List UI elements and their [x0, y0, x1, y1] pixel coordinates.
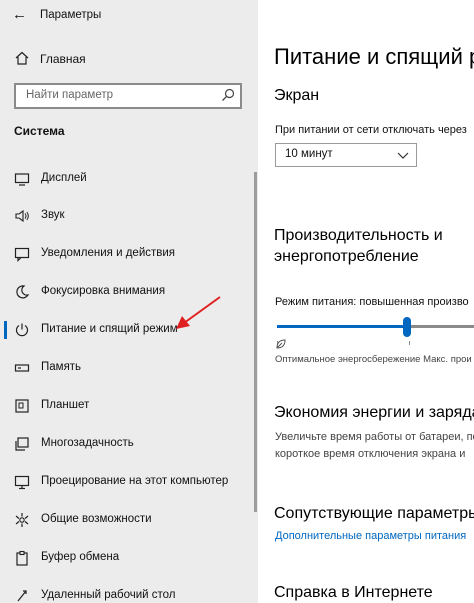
sidebar-item-multitasking[interactable]: Многозадачность	[0, 427, 258, 461]
sidebar-item-label: Дисплей	[41, 172, 87, 184]
sidebar: ← Параметры Главная Найти параметр Систе…	[0, 0, 258, 603]
sidebar-item-clipboard[interactable]: Буфер обмена	[0, 541, 258, 575]
section-title: Система	[14, 124, 65, 138]
sidebar-item-power-sleep[interactable]: Питание и спящий режим	[0, 313, 258, 347]
sidebar-item-label: Удаленный рабочий стол	[41, 589, 176, 601]
screen-off-dropdown[interactable]: 10 минут	[275, 143, 417, 167]
window-title: Параметры	[40, 9, 102, 21]
related-heading: Сопутствующие параметры	[274, 505, 474, 522]
moon-icon	[16, 285, 30, 299]
home-label: Главная	[40, 52, 86, 66]
power-mode-slider-thumb[interactable]	[403, 317, 411, 337]
sidebar-item-shared-experiences[interactable]: Общие возможности	[0, 503, 258, 537]
sidebar-item-label: Проецирование на этот компьютер	[41, 475, 229, 487]
sidebar-item-tablet[interactable]: Планшет	[0, 389, 258, 423]
energy-text-line2: короткое время отключения экрана и	[275, 448, 466, 460]
project-icon	[14, 475, 30, 490]
sidebar-item-label: Питание и спящий режим	[41, 323, 178, 335]
multitask-icon	[15, 437, 29, 451]
sidebar-item-label: Фокусировка внимания	[41, 285, 166, 297]
energy-heading: Экономия энергии и заряда	[274, 404, 474, 421]
power-icon	[15, 323, 29, 337]
slider-labels: Оптимальное энергосбережение Макс. прои	[275, 354, 472, 365]
tablet-icon	[15, 399, 29, 413]
sidebar-scrollbar[interactable]	[254, 172, 257, 512]
home-nav-item[interactable]: Главная	[14, 49, 244, 71]
sidebar-item-display[interactable]: Дисплей	[0, 162, 258, 196]
slider-tick	[409, 341, 410, 345]
sidebar-item-focus-assist[interactable]: Фокусировка внимания	[0, 275, 258, 309]
clipboard-icon	[16, 550, 28, 566]
power-mode-slider-fill	[277, 325, 407, 328]
search-input[interactable]: Найти параметр	[14, 83, 242, 109]
leaf-icon	[276, 339, 286, 349]
search-placeholder: Найти параметр	[26, 89, 114, 101]
search-icon	[222, 88, 235, 101]
sidebar-item-remote-desktop[interactable]: Удаленный рабочий стол	[0, 579, 258, 603]
screen-heading: Экран	[274, 87, 320, 104]
sidebar-item-notifications[interactable]: Уведомления и действия	[0, 237, 258, 271]
dropdown-value: 10 минут	[285, 148, 333, 160]
sidebar-item-label: Многозадачность	[41, 437, 134, 449]
sidebar-item-label: Общие возможности	[41, 513, 152, 525]
chevron-down-icon	[397, 152, 409, 159]
sidebar-item-label: Звук	[41, 209, 65, 221]
sidebar-item-sound[interactable]: Звук	[0, 199, 258, 233]
main-content: Питание и спящий р Экран При питании от …	[258, 0, 474, 603]
screen-off-label: При питании от сети отключать через	[275, 124, 467, 136]
additional-power-settings-link[interactable]: Дополнительные параметры питания	[275, 530, 466, 542]
page-title: Питание и спящий р	[274, 44, 474, 69]
sidebar-item-label: Планшет	[41, 399, 90, 411]
home-icon	[15, 51, 29, 65]
storage-icon	[14, 364, 30, 372]
monitor-icon	[14, 173, 30, 186]
shared-icon	[15, 513, 29, 527]
energy-text-line1: Увеличьте время работы от батареи, по	[275, 431, 474, 443]
power-mode-label: Режим питания: повышенная произво	[275, 296, 469, 308]
performance-heading-line1: Производительность и	[274, 227, 443, 244]
sidebar-item-label: Уведомления и действия	[41, 247, 176, 259]
speaker-icon	[15, 209, 29, 223]
help-heading: Справка в Интернете	[274, 584, 433, 601]
sidebar-item-storage[interactable]: Память	[0, 351, 258, 385]
sidebar-item-label: Память	[41, 361, 82, 373]
back-arrow-icon[interactable]: ←	[12, 6, 27, 23]
remote-desktop-icon	[17, 590, 27, 602]
active-indicator	[4, 321, 7, 339]
title-bar: ← Параметры	[0, 0, 258, 32]
sidebar-item-label: Буфер обмена	[41, 551, 120, 563]
performance-heading-line2: энергопотребление	[274, 248, 419, 265]
notification-icon	[14, 247, 30, 262]
sidebar-item-projecting[interactable]: Проецирование на этот компьютер	[0, 465, 258, 499]
